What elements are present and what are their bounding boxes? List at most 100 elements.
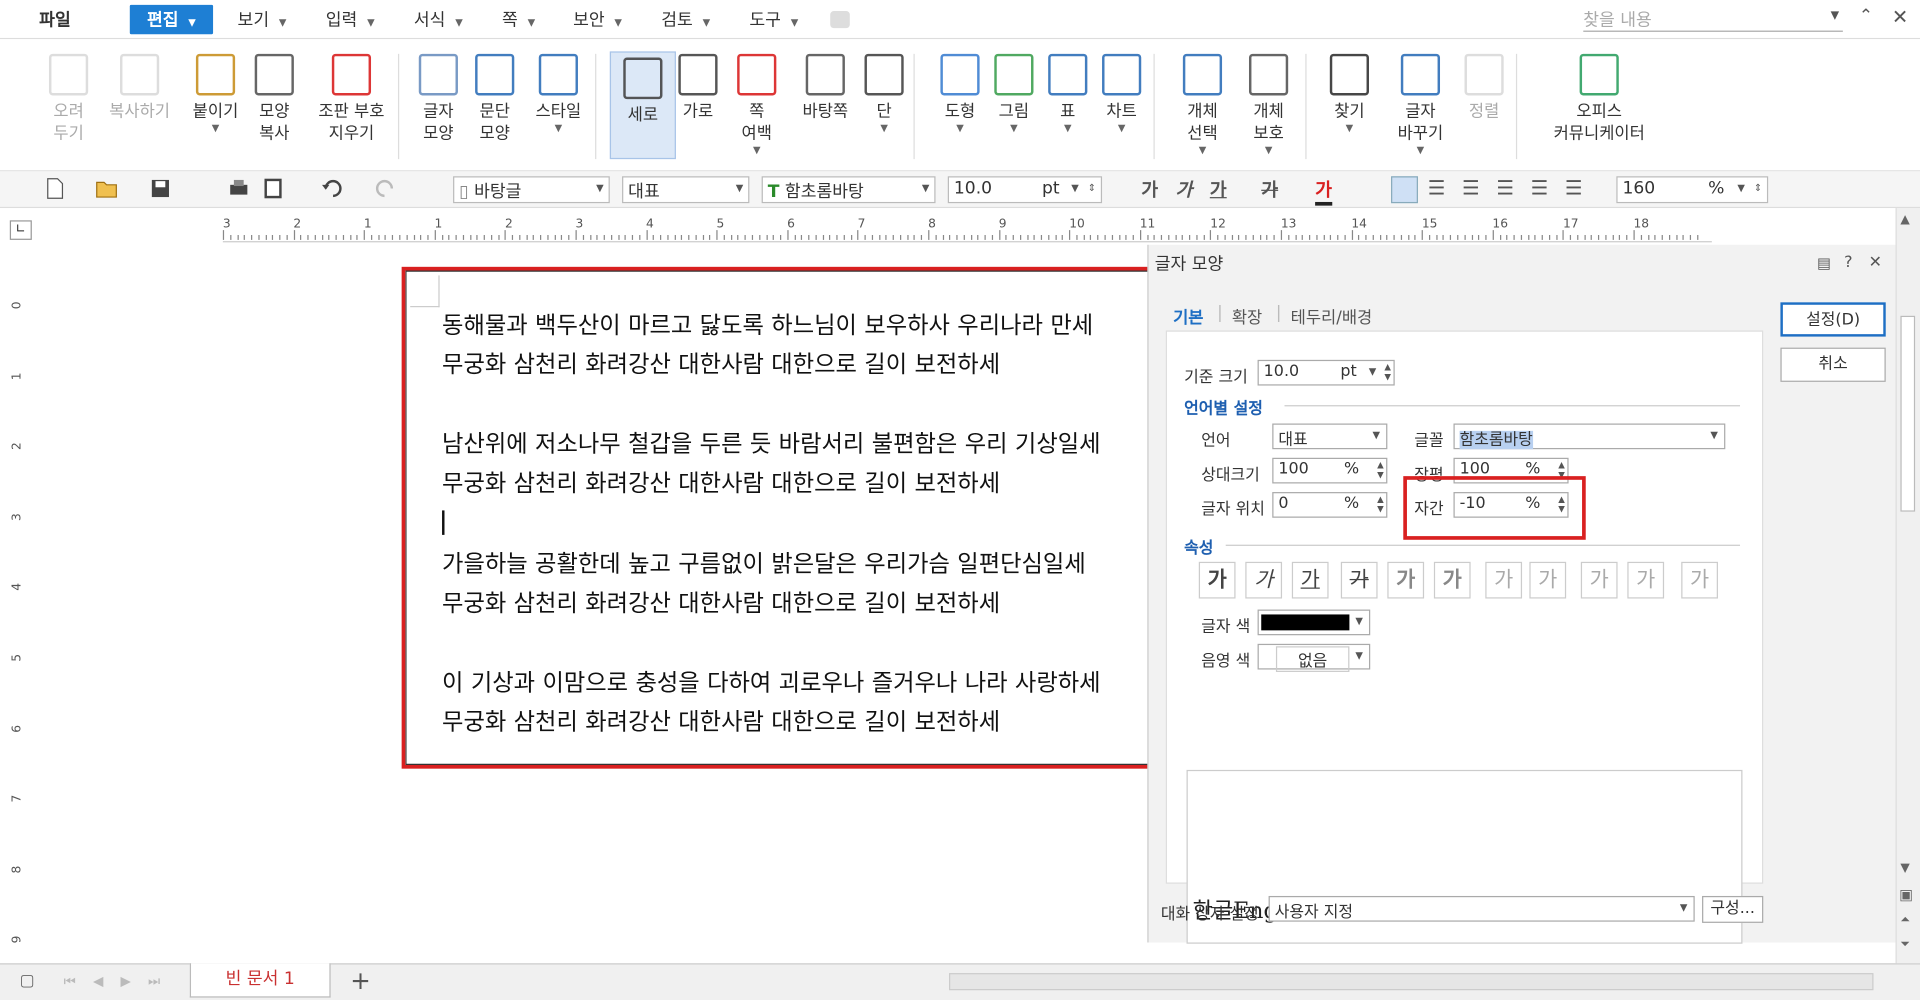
distribute-icon[interactable]: ☰ <box>1531 176 1549 199</box>
align-right-icon[interactable]: ☰ <box>1496 176 1514 199</box>
chevron-down-icon[interactable]: ▼ <box>1831 10 1839 22</box>
ratio-field[interactable]: 100% ▲ ▼ <box>1272 457 1388 484</box>
attr-emboss-button[interactable]: 가 <box>1485 561 1523 599</box>
attr-bold-button[interactable]: 가 <box>1198 561 1236 599</box>
lang-select[interactable]: 대표 ▼ <box>1272 423 1388 450</box>
doc-line[interactable]: 남산위에 저소나무 철갑을 두른 듯 바람서리 불편함은 우리 기상일세 <box>442 426 1100 459</box>
doc-line[interactable]: 이 기상과 이맘으로 충성을 다하여 괴로우나 즐거우나 나라 사랑하세 <box>442 665 1100 698</box>
close-icon[interactable]: ✕ <box>1892 5 1908 28</box>
help-icon[interactable]: ? <box>1844 253 1852 271</box>
ribbon-communicator-button[interactable]: 오피스 커뮤니케이터 <box>1538 49 1660 144</box>
ribbon-select-object-button[interactable]: 개체 선택 ▼ <box>1171 49 1235 157</box>
ribbon-find-button[interactable]: 찾기 ▼ <box>1320 49 1379 135</box>
doc-line[interactable]: 무궁화 삼천리 화려강산 대한사람 대한으로 길이 보전하세 <box>442 346 1000 379</box>
next-page-icon[interactable]: ⏷ <box>1900 938 1910 951</box>
menu-tools[interactable]: 도구 ▼ <box>749 7 798 31</box>
ribbon-protect-object-button[interactable]: 개체 보호 ▼ <box>1237 49 1301 157</box>
print-icon[interactable] <box>228 177 250 199</box>
ribbon-replace-button[interactable]: 글자 바꾸기 ▼ <box>1386 49 1455 157</box>
ribbon-sort-button[interactable]: 정렬 <box>1455 49 1514 122</box>
new-document-icon[interactable] <box>44 177 66 199</box>
tab-extended[interactable]: 확장 <box>1232 304 1262 328</box>
italic-button[interactable]: 가 <box>1176 176 1193 202</box>
doc-line[interactable]: 무궁화 삼천리 화려강산 대한사람 대한으로 길이 보전하세 <box>442 585 1000 618</box>
attr-subscript-button[interactable]: 가 <box>1627 561 1665 599</box>
dialog-menu-icon[interactable]: ▤ <box>1817 255 1831 272</box>
align-left-icon[interactable]: ☰ <box>1428 176 1446 199</box>
font-color-button[interactable]: 가 <box>1315 176 1333 206</box>
ribbon-para-shape-button[interactable]: 문단 모양 <box>465 49 524 144</box>
preview-icon[interactable] <box>262 177 284 199</box>
menu-format[interactable]: 서식 ▼ <box>414 7 463 31</box>
ribbon-columns-button[interactable]: 단 ▼ <box>857 49 911 135</box>
tab-nav-icons[interactable]: ⏮◀▶⏭ <box>64 973 178 990</box>
ribbon-paste-button[interactable]: 붙이기 ▼ <box>181 49 250 135</box>
divide-icon[interactable]: ☰ <box>1565 176 1583 199</box>
scroll-down-icon[interactable]: ▼ <box>1900 862 1909 875</box>
ribbon-char-shape-button[interactable]: 글자 모양 <box>411 49 465 144</box>
menu-insert[interactable]: 입력 ▼ <box>326 7 375 31</box>
language-combo[interactable]: 대표 ▼ <box>622 176 750 204</box>
ribbon-format-paint-button[interactable]: 모양 복사 <box>245 49 304 144</box>
prev-page-icon[interactable]: ⏶ <box>1900 913 1910 926</box>
ribbon-picture-button[interactable]: 그림 ▼ <box>984 49 1043 135</box>
align-justify-button[interactable] <box>1391 176 1418 204</box>
doc-line[interactable]: 동해물과 백두산이 마르고 닳도록 하느님이 보우하사 우리나라 만세 <box>442 307 1093 340</box>
add-tab-button[interactable]: + <box>350 966 371 995</box>
cancel-button[interactable]: 취소 <box>1780 347 1886 382</box>
style-combo[interactable]: ▯ 바탕글 ▼ <box>453 176 610 204</box>
attr-underline-button[interactable]: 가 <box>1291 561 1329 599</box>
menu-edit[interactable]: 편집 ▼ <box>129 4 214 35</box>
preset-select[interactable]: 사용자 지정 ▼ <box>1268 895 1695 922</box>
ribbon-shape-button[interactable]: 도형 ▼ <box>931 49 990 135</box>
attr-engrave-button[interactable]: 가 <box>1529 561 1567 599</box>
page-view-icon[interactable]: ▣ <box>1899 886 1913 903</box>
scroll-up-icon[interactable]: ▲ <box>1900 213 1909 226</box>
vertical-scroll-thumb[interactable] <box>1900 315 1916 512</box>
dialog-close-icon[interactable]: ✕ <box>1869 253 1882 271</box>
document-text-box[interactable]: 동해물과 백두산이 마르고 닳도록 하느님이 보우하사 우리나라 만세 무궁화 … <box>401 266 1164 769</box>
zoom-combo[interactable]: 160% ▼ ⇕ <box>1616 176 1769 204</box>
attr-shadow-button[interactable]: 가 <box>1433 561 1471 599</box>
ruler-toggle-icon[interactable]: ∟ <box>9 220 32 240</box>
search-input[interactable]: 찾을 내용 <box>1583 7 1843 32</box>
ribbon-scissors-button[interactable]: 오려 두기 <box>42 49 96 144</box>
menu-page[interactable]: 쪽 ▼ <box>502 7 535 31</box>
ribbon-margin-button[interactable]: 쪽 여백 ▼ <box>725 49 789 157</box>
tab-border[interactable]: 테두리/배경 <box>1291 304 1373 328</box>
font-select[interactable]: 함초롬바탕 ▼ <box>1453 423 1726 450</box>
bold-button[interactable]: 가 <box>1141 176 1158 202</box>
ribbon-chart-button[interactable]: 차트 ▼ <box>1092 49 1151 135</box>
menu-security[interactable]: 보안 ▼ <box>573 7 622 31</box>
undo-icon[interactable] <box>321 177 343 199</box>
underline-button[interactable]: 가 <box>1210 176 1227 202</box>
horizontal-scrollbar[interactable] <box>948 973 1874 991</box>
strike-button[interactable]: 가 <box>1261 176 1278 202</box>
menu-view[interactable]: 보기 ▼ <box>238 7 287 31</box>
attr-outline-button[interactable]: 가 <box>1387 561 1425 599</box>
menu-review[interactable]: 검토 ▼ <box>661 7 710 31</box>
tab-basic[interactable]: 기본 <box>1173 304 1203 328</box>
ribbon-style-button[interactable]: 스타일 ▼ <box>524 49 593 135</box>
collapse-ribbon-icon[interactable]: ⌃ <box>1859 6 1873 26</box>
font-color-select[interactable]: ▼ <box>1257 609 1371 636</box>
attr-strike-button[interactable]: 가 <box>1340 561 1378 599</box>
ribbon-landscape-button[interactable]: 가로 <box>669 49 728 122</box>
position-field[interactable]: 0% ▲ ▼ <box>1272 492 1388 518</box>
attr-superscript-button[interactable]: 가 <box>1580 561 1618 599</box>
document-tab[interactable]: 빈 문서 1 <box>189 963 331 998</box>
doc-line[interactable]: 가을하늘 공활한데 높고 구름없이 밝은달은 우리가슴 일편단심일세 <box>442 546 1086 579</box>
doc-line[interactable]: 무궁화 삼천리 화려강산 대한사람 대한으로 길이 보전하세 <box>442 704 1000 737</box>
ribbon-table-button[interactable]: 표 ▼ <box>1041 49 1095 135</box>
ribbon-master-page-button[interactable]: 바탕쪽 <box>789 49 862 122</box>
menu-file[interactable]: 파일 <box>39 7 71 31</box>
doc-line[interactable]: 무궁화 삼천리 화려강산 대한사람 대한으로 길이 보전하세 <box>442 465 1000 498</box>
attr-normal-button[interactable]: 가 <box>1681 561 1718 599</box>
font-combo[interactable]: T 함초롬바탕 ▼ <box>761 176 936 204</box>
ribbon-clear-marks-button[interactable]: 조판 부호 지우기 <box>306 49 397 144</box>
shade-color-select[interactable]: 없음 ▼ <box>1257 643 1371 672</box>
open-folder-icon[interactable] <box>96 177 118 199</box>
ribbon-copy-button[interactable]: 복사하기 <box>96 49 184 122</box>
font-size-combo[interactable]: 10.0 pt ▼ ⇕ <box>947 176 1103 204</box>
config-button[interactable]: 구성... <box>1702 895 1764 923</box>
